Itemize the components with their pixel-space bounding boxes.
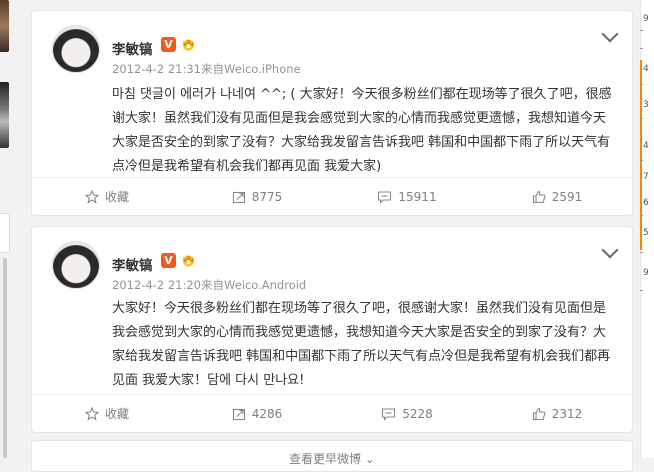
post-text: 마침 댓글이 에러가 나네여 ^^; ( 大家好！今天很多粉丝们都在现场等了很久… — [112, 87, 612, 174]
avatar[interactable] — [52, 25, 100, 73]
author-name[interactable]: 李敏镐 — [112, 254, 153, 274]
comment-button[interactable]: 15911 — [332, 178, 482, 215]
timeline-mark[interactable]: 9 — [643, 14, 654, 24]
avatar[interactable] — [52, 241, 100, 289]
verified-badge-icon[interactable]: V — [161, 37, 176, 52]
load-more-bar[interactable]: 查看更早微博 ⌄ — [31, 440, 633, 472]
timeline-tick — [640, 30, 643, 31]
crown-badge-icon[interactable] — [180, 36, 197, 51]
timeline-tick — [640, 252, 643, 253]
chevron-down-icon[interactable] — [601, 25, 619, 43]
crown-badge-icon[interactable] — [180, 252, 197, 267]
timeline-rail: 9 4 3 4 7 6 5 9 — [640, 0, 654, 458]
favorite-label: 收藏 — [104, 190, 129, 204]
thumbs-up-icon — [532, 407, 546, 420]
post-text: 大家好！今天很多粉丝们都在现场等了很久了吧，很感谢大家！虽然我们没有见面但是我会… — [112, 301, 611, 388]
star-icon — [84, 406, 99, 421]
chevron-down-icon: ⌄ — [364, 452, 375, 466]
load-more-link[interactable]: 查看更早微博 ⌄ — [32, 450, 632, 467]
thumbnail-image[interactable] — [0, 0, 9, 52]
favorite-label: 收藏 — [104, 407, 129, 421]
repost-count: 4286 — [251, 406, 283, 421]
timeline-tick — [640, 84, 643, 85]
timeline-selection — [640, 60, 642, 250]
timeline-mark[interactable]: 5 — [643, 228, 654, 238]
repost-icon — [232, 191, 245, 203]
like-button[interactable]: 2312 — [482, 395, 632, 432]
like-count: 2312 — [551, 406, 583, 421]
favorite-button[interactable]: 收藏 — [32, 178, 182, 215]
comment-button[interactable]: 5228 — [332, 395, 482, 432]
comment-icon — [378, 190, 392, 204]
timeline-tick — [640, 118, 643, 119]
timeline-mark[interactable]: 6 — [643, 198, 654, 208]
comment-count: 5228 — [402, 406, 433, 421]
comment-count: 15911 — [398, 189, 437, 204]
left-sidebar-edge — [0, 0, 11, 458]
thumbnail-image[interactable] — [0, 213, 10, 253]
repost-button[interactable]: 8775 — [182, 178, 332, 215]
timeline-mark[interactable]: 3 — [643, 100, 654, 110]
timeline-mark[interactable]: 4 — [643, 141, 654, 151]
weibo-post: 李敏镐 V 2012-4-2 21:31来自Weico.iPhone 마침 댓글… — [31, 10, 633, 216]
post-actions: 收藏 8775 15911 2591 — [32, 177, 632, 215]
favorite-button[interactable]: 收藏 — [32, 395, 182, 432]
timeline-mark[interactable]: 9 — [643, 268, 654, 278]
thumbnail-image[interactable] — [0, 82, 9, 148]
repost-icon — [232, 408, 245, 420]
repost-button[interactable]: 4286 — [182, 395, 332, 432]
timeline-tick — [640, 48, 643, 49]
star-icon — [84, 189, 99, 204]
like-count: 2591 — [551, 189, 583, 204]
verified-badge-icon[interactable]: V — [161, 253, 176, 268]
post-actions: 收藏 4286 5228 2312 — [32, 394, 632, 432]
timeline-tick — [640, 290, 643, 291]
chevron-down-icon[interactable] — [601, 241, 619, 259]
post-meta: 2012-4-2 21:31来自Weico.iPhone — [112, 62, 301, 76]
repost-count: 8775 — [251, 189, 283, 204]
post-meta: 2012-4-2 21:20来自Weico.Android — [112, 278, 307, 292]
timeline-tick — [640, 215, 643, 216]
like-button[interactable]: 2591 — [482, 178, 632, 215]
author-name[interactable]: 李敏镐 — [112, 38, 153, 58]
weibo-post: 李敏镐 V 2012-4-2 21:20来自Weico.Android 大家好！… — [31, 226, 633, 433]
load-more-label: 查看更早微博 — [289, 452, 362, 466]
scrollbar[interactable] — [3, 258, 7, 458]
comment-icon — [382, 407, 396, 421]
timeline-mark[interactable]: 4 — [643, 64, 654, 74]
timeline-tick — [640, 160, 643, 161]
timeline-mark[interactable]: 7 — [643, 172, 654, 182]
thumbs-up-icon — [532, 190, 546, 203]
